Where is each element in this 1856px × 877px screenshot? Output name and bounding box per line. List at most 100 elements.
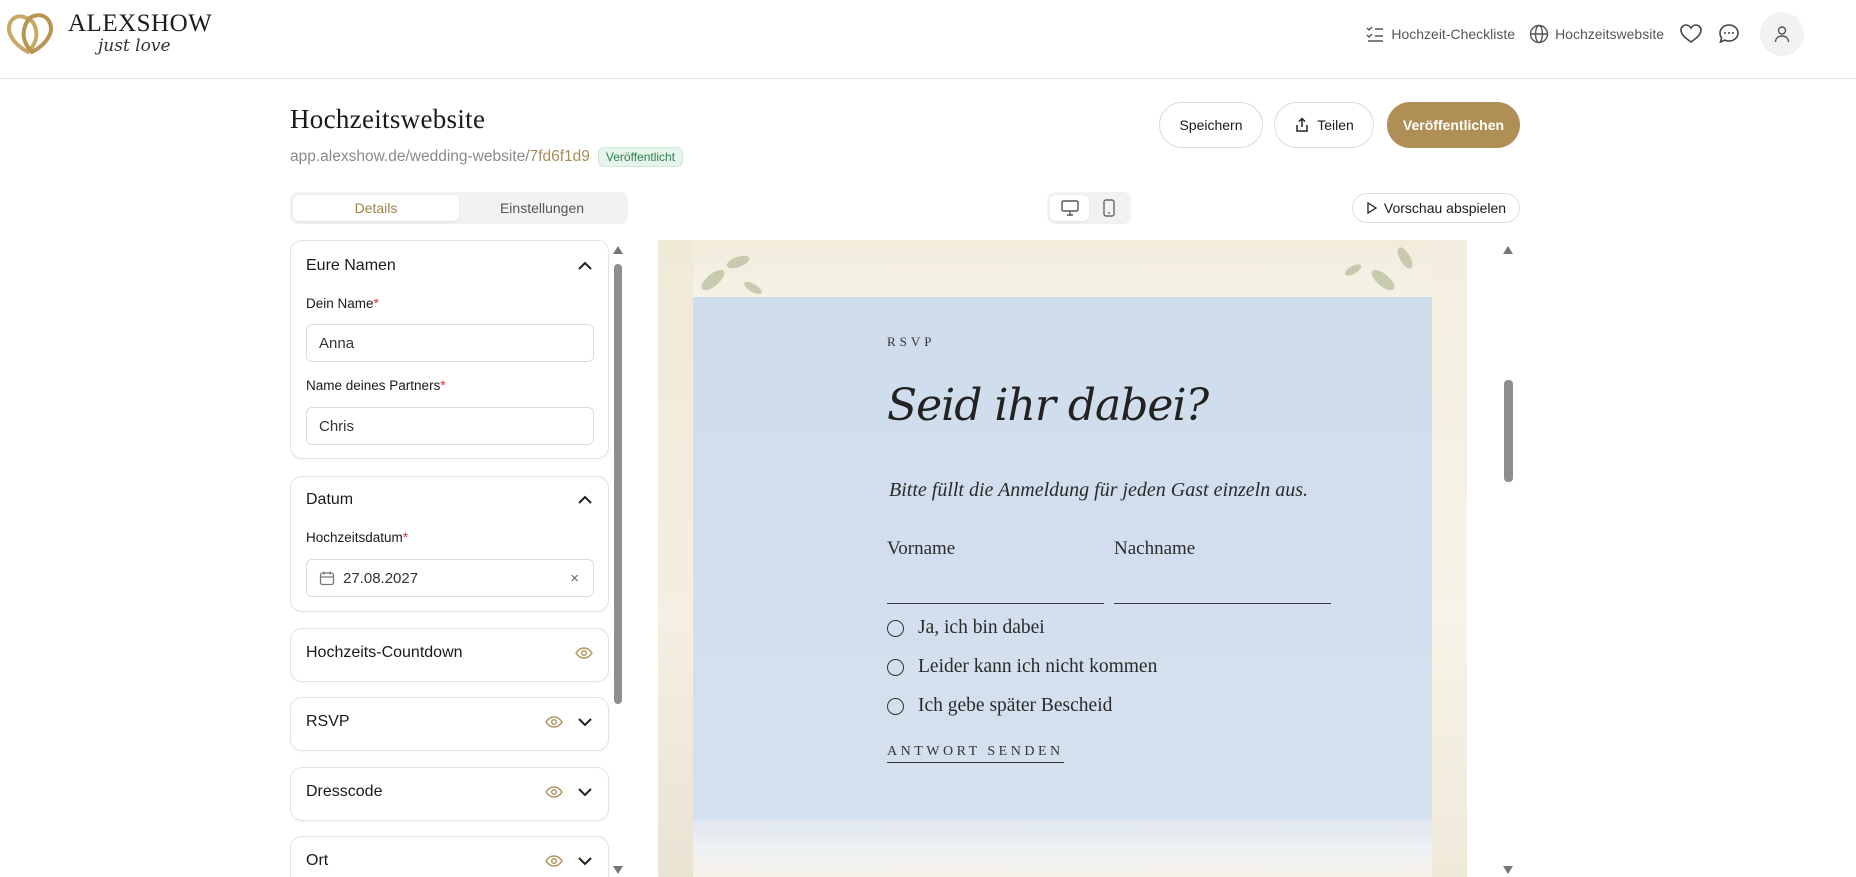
countdown-card: Hochzeits-Countdown bbox=[290, 628, 609, 682]
countdown-card-title: Hochzeits-Countdown bbox=[306, 644, 463, 661]
scrollbar-thumb[interactable] bbox=[1504, 380, 1513, 482]
preview-scrollbar[interactable] bbox=[1501, 244, 1515, 877]
nav-website-link[interactable]: Hochzeitswebsite bbox=[1529, 24, 1664, 44]
calendar-icon bbox=[319, 570, 335, 586]
mobile-view-button[interactable] bbox=[1089, 195, 1128, 221]
eye-icon[interactable] bbox=[575, 647, 593, 659]
chevron-down-icon[interactable] bbox=[577, 787, 593, 797]
editor-tabs: Details Einstellungen bbox=[290, 192, 628, 224]
desktop-view-button[interactable] bbox=[1050, 195, 1089, 221]
last-name-input[interactable] bbox=[1114, 603, 1331, 604]
your-name-input[interactable]: Anna bbox=[306, 324, 594, 362]
eye-icon[interactable] bbox=[545, 855, 563, 867]
scrollbar-thumb[interactable] bbox=[614, 264, 622, 704]
names-card-title: Eure Namen bbox=[306, 257, 396, 274]
chat-icon bbox=[1719, 24, 1739, 44]
preview-play-label: Vorschau abspielen bbox=[1383, 200, 1507, 216]
publish-button[interactable]: Veröffentlichen bbox=[1387, 102, 1520, 148]
page-title: Hochzeitswebsite bbox=[290, 104, 486, 134]
settings-scrollbar[interactable] bbox=[613, 244, 623, 877]
rsvp-card-header[interactable]: RSVP bbox=[306, 713, 593, 731]
date-card-title: Datum bbox=[306, 491, 354, 508]
heart-icon bbox=[1680, 24, 1702, 43]
location-card-title: Ort bbox=[306, 852, 329, 869]
eye-icon[interactable] bbox=[545, 786, 563, 798]
user-avatar-button[interactable] bbox=[1760, 12, 1804, 56]
share-button[interactable]: Teilen bbox=[1274, 102, 1374, 148]
radio-button[interactable] bbox=[887, 658, 904, 676]
tab-settings[interactable]: Einstellungen bbox=[459, 195, 625, 221]
rsvp-submit-link[interactable]: ANTWORT SENDEN bbox=[887, 744, 1064, 763]
favorites-button[interactable] bbox=[1678, 21, 1704, 47]
chevron-up-icon[interactable] bbox=[577, 495, 593, 505]
preview-play-button[interactable]: Vorschau abspielen bbox=[1352, 193, 1520, 223]
names-card: Eure Namen Dein Name* Anna Name deines P… bbox=[290, 240, 609, 459]
partner-name-label: Name deines Partners* bbox=[306, 378, 446, 393]
preview-right-decor bbox=[1432, 240, 1467, 877]
rsvp-card: RSVP bbox=[290, 697, 609, 751]
radio-button[interactable] bbox=[887, 697, 904, 715]
chevron-down-icon[interactable] bbox=[577, 856, 593, 866]
rsvp-option-no[interactable]: Leider kann ich nicht kommen bbox=[887, 656, 1157, 678]
top-bar: ALEXSHOW just love Hochzeit-Checkliste H… bbox=[0, 0, 1856, 79]
rsvp-card-title: RSVP bbox=[306, 713, 350, 730]
website-url[interactable]: app.alexshow.de/wedding-website/ 7fd6f1d… bbox=[290, 147, 684, 167]
location-card-header[interactable]: Ort bbox=[306, 852, 593, 870]
rsvp-option-label: Leider kann ich nicht kommen bbox=[918, 656, 1158, 677]
dresscode-card-header[interactable]: Dresscode bbox=[306, 783, 593, 801]
rsvp-heading: Seid ihr dabei? bbox=[887, 380, 1209, 431]
date-card-header[interactable]: Datum bbox=[306, 491, 593, 509]
nav-checklist-label: Hochzeit-Checkliste bbox=[1391, 26, 1516, 42]
nav-website-label: Hochzeitswebsite bbox=[1555, 26, 1664, 42]
countdown-card-header[interactable]: Hochzeits-Countdown bbox=[306, 644, 593, 662]
date-card: Datum Hochzeitsdatum* 27.08.2027 × bbox=[290, 476, 609, 612]
nav-checklist-link[interactable]: Hochzeit-Checkliste bbox=[1365, 24, 1515, 44]
url-id: 7fd6f1d9 bbox=[529, 148, 590, 165]
first-name-input[interactable] bbox=[887, 603, 1104, 604]
wedding-date-input[interactable]: 27.08.2027 × bbox=[306, 559, 594, 597]
rsvp-option-yes[interactable]: Ja, ich bin dabei bbox=[887, 617, 1045, 639]
preview-left-decor bbox=[658, 240, 693, 877]
brand-tagline: just love bbox=[98, 36, 171, 56]
rsvp-option-later[interactable]: Ich gebe später Bescheid bbox=[887, 695, 1112, 717]
dresscode-card-title: Dresscode bbox=[306, 783, 383, 800]
scroll-down-arrow-icon[interactable] bbox=[613, 866, 623, 874]
radio-button[interactable] bbox=[887, 619, 904, 637]
partner-name-input[interactable]: Chris bbox=[306, 407, 594, 445]
dresscode-card: Dresscode bbox=[290, 767, 609, 821]
leaf-decor-icon bbox=[701, 247, 1413, 295]
rsvp-subtitle: Bitte füllt die Anmeldung für jeden Gast… bbox=[889, 479, 1309, 501]
preview-bottom-decor bbox=[693, 820, 1432, 877]
rsvp-option-label: Ja, ich bin dabei bbox=[918, 617, 1045, 638]
names-card-header[interactable]: Eure Namen bbox=[306, 257, 593, 275]
rsvp-kicker: RSVP bbox=[887, 334, 936, 349]
status-badge: Veröffentlicht bbox=[597, 147, 684, 167]
brand-logo[interactable]: ALEXSHOW just love bbox=[4, 10, 212, 56]
partner-name-value: Chris bbox=[319, 417, 355, 435]
your-name-value: Anna bbox=[319, 334, 355, 352]
clear-date-icon[interactable]: × bbox=[570, 570, 579, 587]
eye-icon[interactable] bbox=[545, 716, 563, 728]
url-base: app.alexshow.de/wedding-website/ bbox=[290, 148, 530, 165]
checklist-icon bbox=[1366, 26, 1384, 42]
save-button[interactable]: Speichern bbox=[1159, 102, 1263, 148]
last-name-label: Nachname bbox=[1114, 538, 1196, 559]
rsvp-section: RSVP Seid ihr dabei? Bitte füllt die Anm… bbox=[693, 297, 1432, 820]
play-icon bbox=[1367, 202, 1378, 214]
mobile-icon bbox=[1102, 199, 1115, 217]
globe-icon bbox=[1529, 24, 1549, 44]
messages-button[interactable] bbox=[1716, 21, 1742, 47]
tab-details[interactable]: Details bbox=[293, 195, 459, 221]
top-navigation: Hochzeit-Checkliste Hochzeitswebsite bbox=[1365, 12, 1804, 56]
share-label: Teilen bbox=[1317, 117, 1354, 133]
scroll-up-arrow-icon[interactable] bbox=[1503, 246, 1513, 254]
preview-top-decor bbox=[693, 240, 1432, 297]
scroll-down-arrow-icon[interactable] bbox=[1503, 866, 1513, 874]
chevron-up-icon[interactable] bbox=[577, 261, 593, 271]
wedding-date-label: Hochzeitsdatum* bbox=[306, 530, 409, 545]
rsvp-option-label: Ich gebe später Bescheid bbox=[918, 695, 1113, 716]
settings-panel: Eure Namen Dein Name* Anna Name deines P… bbox=[290, 240, 610, 877]
scroll-up-arrow-icon[interactable] bbox=[613, 246, 623, 254]
location-card: Ort bbox=[290, 836, 609, 877]
chevron-down-icon[interactable] bbox=[577, 717, 593, 727]
